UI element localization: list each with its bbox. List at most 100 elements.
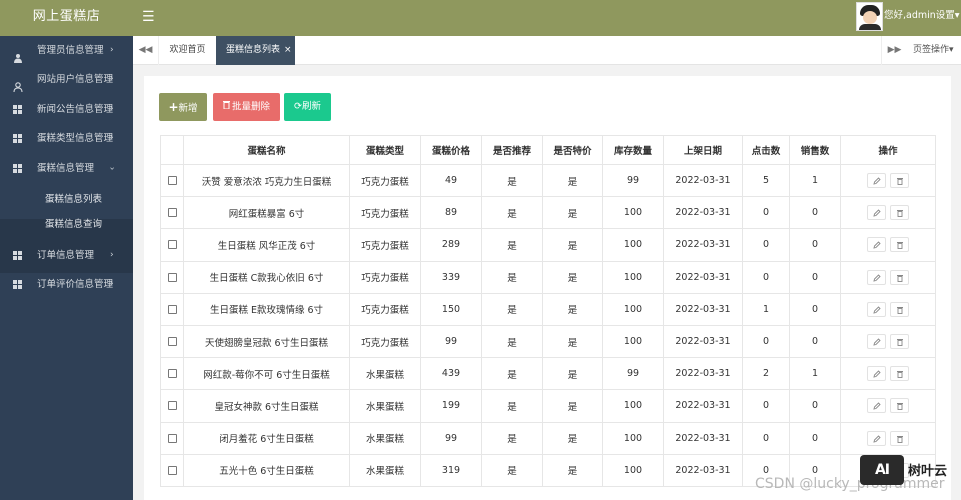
delete-icon[interactable] bbox=[890, 301, 909, 317]
hamburger-icon[interactable]: ☰ bbox=[142, 8, 156, 28]
row-checkbox[interactable] bbox=[167, 369, 177, 379]
tab-scroll-left-icon[interactable]: ◀◀ bbox=[133, 36, 159, 65]
table-cell: 2022-03-31 bbox=[663, 292, 743, 326]
batch-delete-button[interactable]: 批量删除 bbox=[213, 93, 280, 121]
table-cell: 是 bbox=[542, 292, 603, 326]
table-cell: 是 bbox=[481, 421, 543, 455]
edit-icon[interactable] bbox=[867, 334, 886, 350]
row-select-cell bbox=[160, 389, 184, 423]
sidebar-item-label: 蛋糕类型信息管理 bbox=[37, 133, 114, 144]
edit-icon[interactable] bbox=[867, 269, 886, 285]
table-cell: 1 bbox=[789, 163, 841, 198]
sidebar-subitem-cake-query[interactable]: 蛋糕信息查询 bbox=[0, 212, 133, 237]
table-row: 天使翅膀皇冠款 6寸生日蛋糕 巧克力蛋糕 99 是是 100 2022-03-31 0 0 bbox=[160, 324, 936, 359]
delete-icon[interactable] bbox=[890, 173, 909, 189]
edit-icon[interactable] bbox=[867, 366, 886, 382]
chevron-right-icon: › bbox=[110, 250, 114, 260]
row-checkbox[interactable] bbox=[167, 433, 177, 443]
table-cell: 巧克力蛋糕 bbox=[349, 163, 421, 198]
add-button-label: 新增 bbox=[178, 103, 198, 114]
grid-icon bbox=[13, 164, 22, 173]
column-header: 是否特价 bbox=[542, 135, 603, 165]
edit-icon[interactable] bbox=[867, 173, 886, 189]
sidebar-item-cake-management[interactable]: 蛋糕信息管理 › bbox=[0, 154, 133, 183]
sidebar-item-order-review-management[interactable]: 订单评价信息管理 › bbox=[0, 270, 133, 299]
tab-scroll-right-icon[interactable]: ▶▶ bbox=[881, 36, 907, 65]
column-header: 上架日期 bbox=[663, 135, 743, 165]
edit-icon[interactable] bbox=[867, 205, 886, 221]
table-cell: 巧克力蛋糕 bbox=[349, 260, 421, 294]
delete-icon[interactable] bbox=[890, 366, 909, 382]
delete-icon[interactable] bbox=[890, 430, 909, 446]
row-checkbox[interactable] bbox=[167, 176, 177, 186]
row-checkbox[interactable] bbox=[167, 240, 177, 250]
table-cell: 439 bbox=[420, 357, 482, 391]
row-checkbox[interactable] bbox=[167, 304, 177, 314]
table-cell: 1 bbox=[789, 357, 841, 391]
table-cell: 是 bbox=[481, 228, 543, 262]
row-checkbox[interactable] bbox=[167, 272, 177, 282]
edit-icon[interactable] bbox=[867, 398, 886, 414]
tab-welcome[interactable]: 欢迎首页 bbox=[160, 36, 215, 65]
row-checkbox[interactable] bbox=[167, 465, 177, 475]
table-body: 沃赞 爱意浓浓 巧克力生日蛋糕 巧克力蛋糕 49 是是 99 2022-03-31 5 1 网红… bbox=[160, 163, 936, 487]
sidebar-item-label: 订单评价信息管理 bbox=[37, 279, 114, 290]
table-cell: 0 bbox=[742, 260, 790, 294]
row-select-cell bbox=[160, 196, 184, 230]
avatar[interactable] bbox=[856, 2, 883, 31]
table-row: 生日蛋糕 E款玫瑰情缘 6寸 巧克力蛋糕 150 是是 100 2022-03-31 1 0 bbox=[160, 292, 936, 326]
table-cell: 2022-03-31 bbox=[663, 163, 743, 198]
sidebar-item-cake-type-management[interactable]: 蛋糕类型信息管理 › bbox=[0, 124, 133, 153]
user-settings-menu[interactable]: 您好,admin设置▾ bbox=[884, 0, 960, 32]
delete-icon[interactable] bbox=[890, 334, 909, 350]
column-header: 是否推荐 bbox=[481, 135, 543, 165]
edit-icon[interactable] bbox=[867, 301, 886, 317]
refresh-button[interactable]: ⟳刷新 bbox=[284, 93, 331, 121]
column-header: 销售数 bbox=[789, 135, 841, 165]
table-cell: 2022-03-31 bbox=[663, 260, 743, 294]
tab-operations-menu[interactable]: 页签操作▾ bbox=[913, 36, 954, 65]
table-cell: 0 bbox=[742, 228, 790, 262]
row-checkbox[interactable] bbox=[167, 337, 177, 347]
tab-cake-list[interactable]: 蛋糕信息列表 × bbox=[216, 36, 295, 65]
close-icon[interactable]: × bbox=[284, 45, 292, 55]
table-cell: 水果蛋糕 bbox=[349, 453, 421, 487]
row-actions-cell bbox=[840, 357, 936, 391]
table-cell: 319 bbox=[420, 453, 482, 487]
sidebar-item-news-management[interactable]: 新闻公告信息管理 › bbox=[0, 95, 133, 124]
row-actions-cell bbox=[840, 228, 936, 262]
sidebar-item-admin-management[interactable]: 管理员信息管理 › bbox=[0, 36, 133, 65]
table-cell: 100 bbox=[602, 453, 664, 487]
batch-delete-label: 批量删除 bbox=[231, 101, 270, 113]
sidebar-item-label: 订单信息管理 bbox=[37, 250, 95, 261]
table-cell: 1 bbox=[742, 292, 790, 326]
delete-icon[interactable] bbox=[890, 269, 909, 285]
table-row: 网红蛋糕暴富 6寸 巧克力蛋糕 89 是是 100 2022-03-31 0 0 bbox=[160, 196, 936, 230]
add-button[interactable]: +新增 bbox=[159, 93, 207, 121]
table-cell: 是 bbox=[481, 389, 543, 423]
table-cell: 99 bbox=[420, 324, 482, 359]
table-cell: 0 bbox=[789, 421, 841, 455]
cake-table: 蛋糕名称 蛋糕类型 蛋糕价格 是否推荐 是否特价 库存数量 上架日期 点击数 销售数 操作 沃赞 … bbox=[160, 135, 936, 487]
table-cell: 0 bbox=[789, 196, 841, 230]
sidebar-item-order-management[interactable]: 订单信息管理 › bbox=[0, 241, 133, 270]
row-checkbox[interactable] bbox=[167, 401, 177, 411]
delete-icon[interactable] bbox=[890, 205, 909, 221]
table-cell: 天使翅膀皇冠款 6寸生日蛋糕 bbox=[183, 324, 350, 359]
delete-icon[interactable] bbox=[890, 237, 909, 253]
table-cell: 0 bbox=[789, 228, 841, 262]
site-brand[interactable]: 网上蛋糕店 bbox=[0, 0, 133, 36]
table-cell: 是 bbox=[481, 163, 543, 198]
edit-icon[interactable] bbox=[867, 430, 886, 446]
table-cell: 2022-03-31 bbox=[663, 357, 743, 391]
chevron-right-icon: › bbox=[110, 74, 114, 84]
edit-icon[interactable] bbox=[867, 237, 886, 253]
sidebar-item-user-management[interactable]: 网站用户信息管理 › bbox=[0, 65, 133, 94]
delete-icon[interactable] bbox=[890, 398, 909, 414]
sidebar-subitem-cake-list[interactable]: 蛋糕信息列表 bbox=[0, 187, 133, 212]
table-cell: 是 bbox=[481, 453, 543, 487]
table-cell: 巧克力蛋糕 bbox=[349, 324, 421, 359]
table-cell: 0 bbox=[789, 389, 841, 423]
row-actions-cell bbox=[840, 163, 936, 198]
row-checkbox[interactable] bbox=[167, 208, 177, 218]
